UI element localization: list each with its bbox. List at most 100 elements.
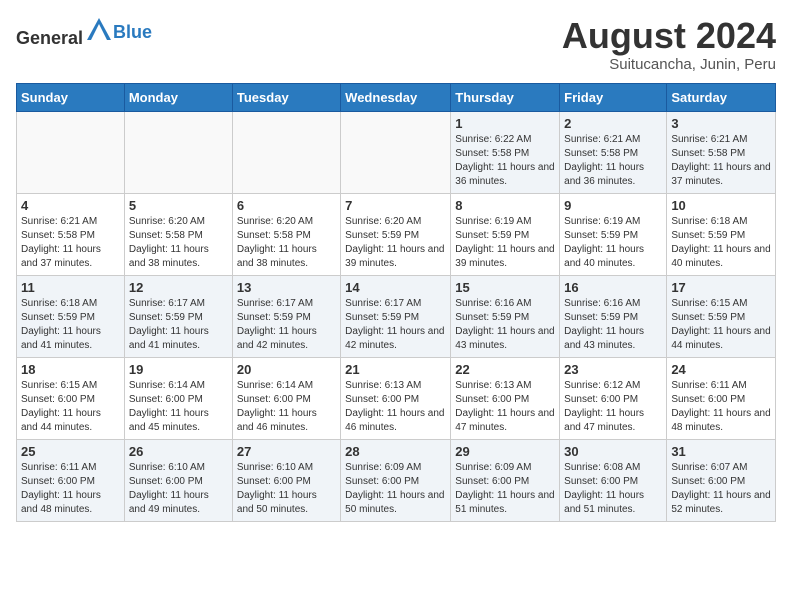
calendar-cell [17,111,125,193]
day-number: 11 [21,280,120,295]
calendar-cell: 29 Sunrise: 6:09 AM Sunset: 6:00 PM Dayli… [451,439,560,521]
day-info: Sunrise: 6:15 AM Sunset: 5:59 PM Dayligh… [671,297,771,353]
day-header-friday: Friday [560,83,667,111]
logo: General Blue [16,16,152,49]
day-number: 29 [455,444,555,459]
day-info: Sunrise: 6:17 AM Sunset: 5:59 PM Dayligh… [345,297,446,353]
logo-blue-text: Blue [113,22,152,43]
calendar-cell [232,111,340,193]
calendar-cell: 30 Sunrise: 6:08 AM Sunset: 6:00 PM Dayli… [560,439,667,521]
day-number: 25 [21,444,120,459]
day-number: 14 [345,280,446,295]
day-number: 24 [671,362,771,377]
calendar-cell [124,111,232,193]
calendar-cell: 19 Sunrise: 6:14 AM Sunset: 6:00 PM Dayli… [124,357,232,439]
day-number: 19 [129,362,228,377]
day-number: 16 [564,280,662,295]
day-info: Sunrise: 6:14 AM Sunset: 6:00 PM Dayligh… [237,379,336,435]
day-info: Sunrise: 6:16 AM Sunset: 5:59 PM Dayligh… [564,297,662,353]
day-number: 20 [237,362,336,377]
day-info: Sunrise: 6:17 AM Sunset: 5:59 PM Dayligh… [129,297,228,353]
title-block: August 2024 Suitucancha, Junin, Peru [562,16,776,73]
logo-icon [85,16,113,44]
calendar-week-3: 11Sunrise: 6:18 AM Sunset: 5:59 PM Dayli… [17,275,776,357]
calendar-cell: 25 Sunrise: 6:11 AM Sunset: 6:00 PM Dayli… [17,439,125,521]
calendar-cell: 20 Sunrise: 6:14 AM Sunset: 6:00 PM Dayli… [232,357,340,439]
calendar-cell: 11Sunrise: 6:18 AM Sunset: 5:59 PM Dayli… [17,275,125,357]
calendar-week-1: 1Sunrise: 6:22 AM Sunset: 5:58 PM Daylig… [17,111,776,193]
day-number: 13 [237,280,336,295]
day-info: Sunrise: 6:13 AM Sunset: 6:00 PM Dayligh… [455,379,555,435]
calendar-cell: 26Sunrise: 6:10 AM Sunset: 6:00 PM Dayli… [124,439,232,521]
logo-general-text: General [16,28,83,48]
calendar-cell: 23 Sunrise: 6:12 AM Sunset: 6:00 PM Dayli… [560,357,667,439]
day-info: Sunrise: 6:19 AM Sunset: 5:59 PM Dayligh… [455,215,555,271]
calendar-cell: 4Sunrise: 6:21 AM Sunset: 5:58 PM Daylig… [17,193,125,275]
calendar-cell: 27Sunrise: 6:10 AM Sunset: 6:00 PM Dayli… [232,439,340,521]
day-header-row: SundayMondayTuesdayWednesdayThursdayFrid… [17,83,776,111]
calendar-cell: 12 Sunrise: 6:17 AM Sunset: 5:59 PM Dayli… [124,275,232,357]
day-info: Sunrise: 6:11 AM Sunset: 6:00 PM Dayligh… [671,379,771,435]
calendar-body: 1Sunrise: 6:22 AM Sunset: 5:58 PM Daylig… [17,111,776,521]
day-info: Sunrise: 6:21 AM Sunset: 5:58 PM Dayligh… [564,133,662,189]
day-header-monday: Monday [124,83,232,111]
day-number: 22 [455,362,555,377]
day-number: 26 [129,444,228,459]
day-info: Sunrise: 6:17 AM Sunset: 5:59 PM Dayligh… [237,297,336,353]
day-info: Sunrise: 6:12 AM Sunset: 6:00 PM Dayligh… [564,379,662,435]
calendar-cell: 24 Sunrise: 6:11 AM Sunset: 6:00 PM Dayli… [667,357,776,439]
day-header-wednesday: Wednesday [341,83,451,111]
calendar-cell: 3 Sunrise: 6:21 AM Sunset: 5:58 PM Daylig… [667,111,776,193]
calendar-cell: 2 Sunrise: 6:21 AM Sunset: 5:58 PM Daylig… [560,111,667,193]
day-info: Sunrise: 6:13 AM Sunset: 6:00 PM Dayligh… [345,379,446,435]
day-info: Sunrise: 6:19 AM Sunset: 5:59 PM Dayligh… [564,215,662,271]
calendar-cell: 9 Sunrise: 6:19 AM Sunset: 5:59 PM Daylig… [560,193,667,275]
day-number: 30 [564,444,662,459]
day-number: 5 [129,198,228,213]
day-number: 21 [345,362,446,377]
day-number: 7 [345,198,446,213]
day-number: 15 [455,280,555,295]
day-info: Sunrise: 6:20 AM Sunset: 5:58 PM Dayligh… [237,215,336,271]
day-info: Sunrise: 6:07 AM Sunset: 6:00 PM Dayligh… [671,461,771,517]
day-info: Sunrise: 6:16 AM Sunset: 5:59 PM Dayligh… [455,297,555,353]
calendar-cell: 1Sunrise: 6:22 AM Sunset: 5:58 PM Daylig… [451,111,560,193]
day-info: Sunrise: 6:20 AM Sunset: 5:59 PM Dayligh… [345,215,446,271]
calendar-title: August 2024 [562,16,776,56]
calendar-header: SundayMondayTuesdayWednesdayThursdayFrid… [17,83,776,111]
calendar-cell: 15 Sunrise: 6:16 AM Sunset: 5:59 PM Dayli… [451,275,560,357]
day-info: Sunrise: 6:09 AM Sunset: 6:00 PM Dayligh… [455,461,555,517]
calendar-cell: 7 Sunrise: 6:20 AM Sunset: 5:59 PM Daylig… [341,193,451,275]
day-info: Sunrise: 6:09 AM Sunset: 6:00 PM Dayligh… [345,461,446,517]
day-number: 12 [129,280,228,295]
day-number: 9 [564,198,662,213]
calendar-cell: 21 Sunrise: 6:13 AM Sunset: 6:00 PM Dayli… [341,357,451,439]
day-number: 17 [671,280,771,295]
day-number: 31 [671,444,771,459]
calendar-cell: 16 Sunrise: 6:16 AM Sunset: 5:59 PM Dayli… [560,275,667,357]
day-number: 10 [671,198,771,213]
day-number: 28 [345,444,446,459]
day-info: Sunrise: 6:08 AM Sunset: 6:00 PM Dayligh… [564,461,662,517]
day-info: Sunrise: 6:14 AM Sunset: 6:00 PM Dayligh… [129,379,228,435]
day-info: Sunrise: 6:22 AM Sunset: 5:58 PM Dayligh… [455,133,555,189]
day-info: Sunrise: 6:21 AM Sunset: 5:58 PM Dayligh… [671,133,771,189]
day-number: 4 [21,198,120,213]
day-number: 18 [21,362,120,377]
calendar-cell: 10Sunrise: 6:18 AM Sunset: 5:59 PM Dayli… [667,193,776,275]
day-number: 2 [564,116,662,131]
calendar-cell: 28 Sunrise: 6:09 AM Sunset: 6:00 PM Dayli… [341,439,451,521]
day-number: 3 [671,116,771,131]
day-info: Sunrise: 6:15 AM Sunset: 6:00 PM Dayligh… [21,379,120,435]
day-header-saturday: Saturday [667,83,776,111]
day-header-sunday: Sunday [17,83,125,111]
day-number: 8 [455,198,555,213]
day-header-thursday: Thursday [451,83,560,111]
day-info: Sunrise: 6:10 AM Sunset: 6:00 PM Dayligh… [237,461,336,517]
day-info: Sunrise: 6:11 AM Sunset: 6:00 PM Dayligh… [21,461,120,517]
day-number: 23 [564,362,662,377]
calendar-week-5: 25 Sunrise: 6:11 AM Sunset: 6:00 PM Dayli… [17,439,776,521]
day-header-tuesday: Tuesday [232,83,340,111]
calendar-cell: 22 Sunrise: 6:13 AM Sunset: 6:00 PM Dayli… [451,357,560,439]
calendar-cell: 14 Sunrise: 6:17 AM Sunset: 5:59 PM Dayli… [341,275,451,357]
